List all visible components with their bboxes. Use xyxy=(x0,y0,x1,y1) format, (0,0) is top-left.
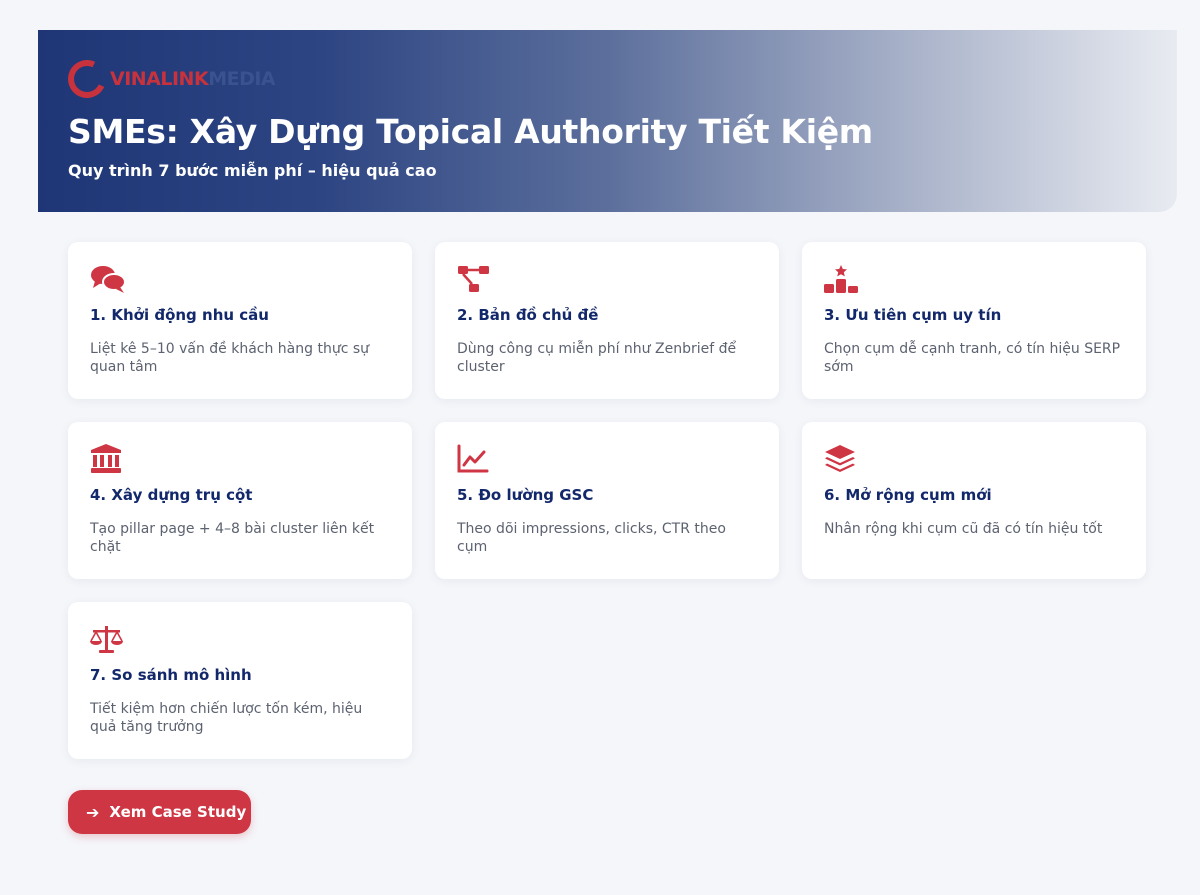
step-description: Tiết kiệm hơn chiến lược tốn kém, hiệu q… xyxy=(90,701,363,735)
step-description: Theo dõi impressions, clicks, CTR theo c… xyxy=(457,521,726,555)
step-card-7: 7. So sánh mô hình Tiết kiệm hơn chiến l… xyxy=(68,602,412,759)
line-chart-icon xyxy=(457,444,493,474)
step-card-1: 1. Khởi động nhu cầu Liệt kê 5–10 vấn đề… xyxy=(68,242,412,399)
page: VINALINKMEDIA SMEs: Xây Dựng Topical Aut… xyxy=(0,0,1200,895)
hero-banner: VINALINKMEDIA SMEs: Xây Dựng Topical Aut… xyxy=(38,30,1177,212)
step-description: Tạo pillar page + 4–8 bài cluster liên k… xyxy=(90,521,375,555)
step-title: 5. Đo lường GSC xyxy=(457,486,594,504)
step-title: 2. Bản đồ chủ đề xyxy=(457,306,599,324)
step-title: 6. Mở rộng cụm mới xyxy=(824,486,992,504)
step-title: 4. Xây dựng trụ cột xyxy=(90,486,253,504)
pillar-building-icon xyxy=(90,444,126,474)
chat-bubbles-icon xyxy=(90,264,126,294)
brand-logo[interactable]: VINALINKMEDIA xyxy=(62,54,276,104)
step-card-5: 5. Đo lường GSC Theo dõi impressions, cl… xyxy=(435,422,779,579)
ranking-podium-icon xyxy=(824,264,860,294)
arrow-right-icon: ➔ xyxy=(86,802,100,822)
step-card-3: 3. Ưu tiên cụm uy tín Chọn cụm dễ cạnh t… xyxy=(802,242,1146,399)
page-title: SMEs: Xây Dựng Topical Authority Tiết Ki… xyxy=(68,112,873,151)
step-description: Dùng công cụ miễn phí như Zenbrief để cl… xyxy=(457,341,737,375)
logo-text-primary: VINALINK xyxy=(110,68,209,90)
sitemap-icon xyxy=(457,264,493,294)
cta-label: Xem Case Study xyxy=(109,803,247,821)
step-title: 7. So sánh mô hình xyxy=(90,666,252,684)
logo-mark-icon xyxy=(62,54,112,104)
step-description: Chọn cụm dễ cạnh tranh, có tín hiệu SERP… xyxy=(824,341,1121,375)
page-subtitle: Quy trình 7 bước miễn phí – hiệu quả cao xyxy=(68,161,437,180)
step-title: 1. Khởi động nhu cầu xyxy=(90,306,269,324)
step-description: Liệt kê 5–10 vấn đề khách hàng thực sự q… xyxy=(90,341,370,375)
step-card-2: 2. Bản đồ chủ đề Dùng công cụ miễn phí n… xyxy=(435,242,779,399)
balance-scale-icon xyxy=(90,624,126,654)
step-description: Nhân rộng khi cụm cũ đã có tín hiệu tốt xyxy=(824,521,1103,537)
layers-icon xyxy=(824,444,860,474)
step-card-4: 4. Xây dựng trụ cột Tạo pillar page + 4–… xyxy=(68,422,412,579)
step-card-6: 6. Mở rộng cụm mới Nhân rộng khi cụm cũ … xyxy=(802,422,1146,579)
view-case-study-button[interactable]: ➔ Xem Case Study xyxy=(68,790,251,834)
logo-text: VINALINKMEDIA xyxy=(110,68,276,90)
logo-text-secondary: MEDIA xyxy=(208,68,276,90)
step-title: 3. Ưu tiên cụm uy tín xyxy=(824,306,1002,324)
